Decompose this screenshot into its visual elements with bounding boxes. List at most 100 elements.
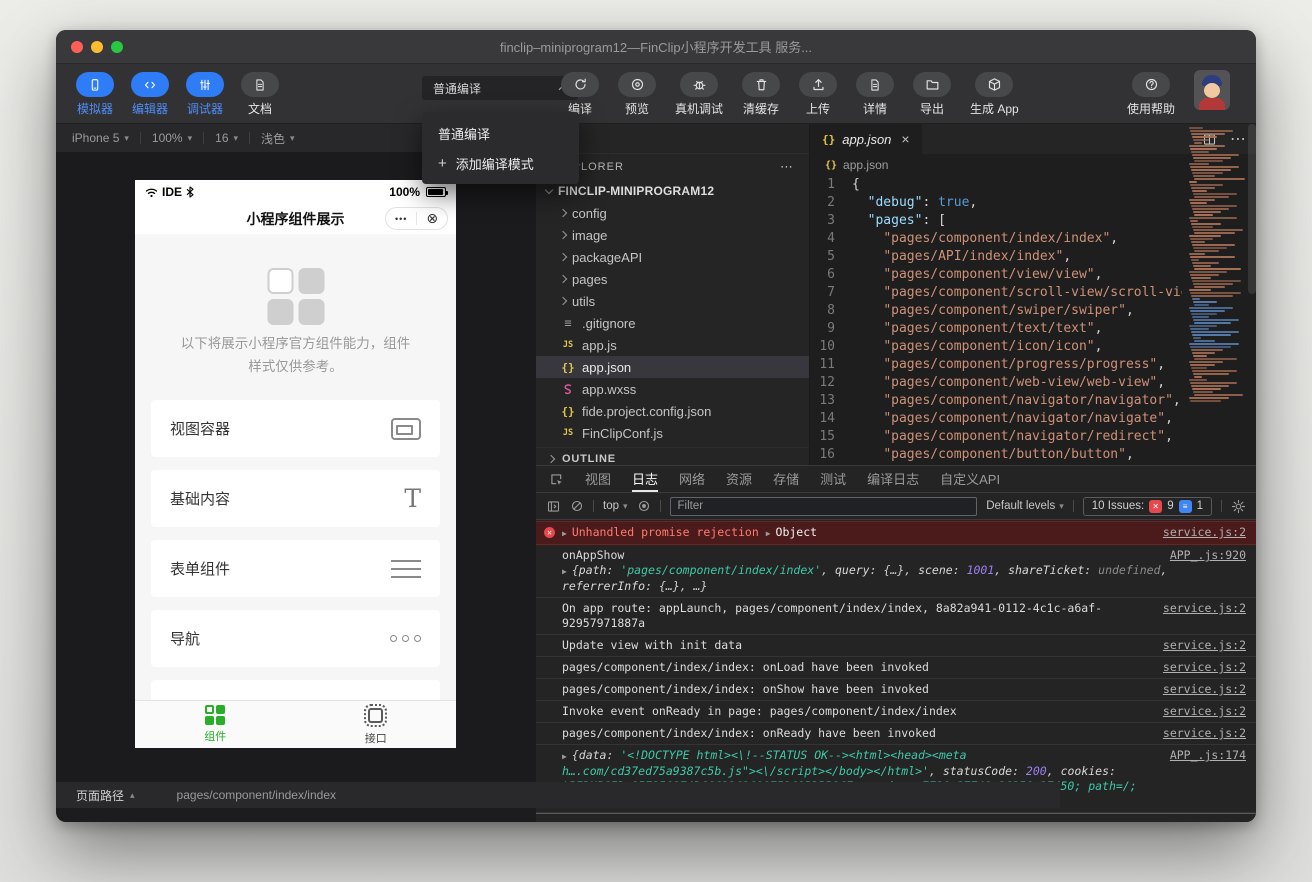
explorer-more-icon[interactable]: ⋯: [780, 159, 793, 175]
expand-caret-icon[interactable]: ▶: [766, 526, 771, 541]
toolbar-button-真机调试[interactable]: 真机调试: [675, 72, 723, 117]
button-label: 详情: [863, 102, 888, 116]
clear-console-icon[interactable]: [570, 499, 584, 513]
compile-mode-select[interactable]: 普通编译: [422, 76, 578, 100]
console-settings-gear-icon[interactable]: [1231, 499, 1246, 514]
toolbar-button-模拟器[interactable]: 模拟器: [76, 72, 114, 117]
component-card-视图容器[interactable]: 视图容器: [151, 400, 440, 457]
inspect-element-icon[interactable]: [549, 472, 564, 487]
toolbar-button-预览[interactable]: 预览: [618, 72, 656, 117]
tree-item-image[interactable]: image: [536, 224, 809, 246]
tree-item-config[interactable]: config: [536, 202, 809, 224]
toolbar-button-详情[interactable]: 详情: [856, 72, 895, 117]
more-menu-icon[interactable]: •••: [395, 214, 407, 224]
expand-caret-icon[interactable]: ▶: [562, 749, 567, 764]
debug-tab-自定义API[interactable]: 自定义API: [940, 466, 1000, 492]
toolbar-button-清缓存[interactable]: 清缓存: [742, 72, 781, 117]
trash-icon: [754, 77, 769, 92]
tree-item-packageAPI[interactable]: packageAPI: [536, 246, 809, 268]
console-log: ✕ service.js:2 ▶ Unhandled promise rejectio…: [536, 521, 1256, 822]
editor-scrollbar[interactable]: [1248, 124, 1256, 294]
issues-counter[interactable]: 10 Issues: ✕ 9 ≡ 1: [1082, 496, 1212, 516]
console-source-link[interactable]: service.js:2: [1163, 704, 1246, 719]
sim-select-iPhone 5[interactable]: iPhone 5 ▾: [72, 131, 129, 145]
dropdown-item-add-compile-mode[interactable]: + 添加编译模式: [422, 148, 579, 178]
lines-icon: [391, 559, 421, 578]
toolbar-button-使用帮助[interactable]: 使用帮助: [1127, 72, 1175, 117]
minimap[interactable]: [1187, 126, 1247, 465]
minimize-window-button[interactable]: [91, 40, 103, 53]
console-source-link[interactable]: service.js:2: [1163, 601, 1246, 616]
console-filter-input[interactable]: [669, 496, 978, 516]
toolbar-button-导出[interactable]: 导出: [913, 72, 952, 117]
tree-item-fide.project.config.json[interactable]: {} fide.project.config.json: [536, 400, 809, 422]
debug-tab-编译日志[interactable]: 编译日志: [867, 466, 919, 492]
code-icon: [143, 78, 157, 92]
page-path-value: pages/component/index/index: [176, 788, 336, 802]
tree-item-.gitignore[interactable]: ≡ .gitignore: [536, 312, 809, 334]
tree-item-app.js[interactable]: JS app.js: [536, 334, 809, 356]
outline-section[interactable]: OUTLINE: [536, 447, 809, 465]
debug-tab-视图[interactable]: 视图: [585, 466, 611, 492]
console-row: ✕ service.js:2 ▶ Unhandled promise rejectio…: [536, 521, 1256, 545]
toolbar-button-生成 App[interactable]: 生成 App: [970, 72, 1019, 117]
log-levels-select[interactable]: Default levels ▾: [986, 500, 1064, 512]
console-source-link[interactable]: service.js:2: [1163, 525, 1246, 540]
component-card-导航[interactable]: 导航: [151, 610, 440, 667]
battery-icon: [426, 187, 448, 197]
toolbar-button-调试器[interactable]: 调试器: [186, 72, 224, 117]
console-source-link[interactable]: APP_.js:174: [1170, 748, 1246, 763]
outline-label: OUTLINE: [562, 453, 616, 465]
expand-caret-icon[interactable]: ▶: [562, 564, 567, 579]
eye-icon[interactable]: [637, 499, 651, 513]
phone-tab-接口[interactable]: 接口: [296, 701, 457, 748]
console-source-link[interactable]: service.js:2: [1163, 682, 1246, 697]
sim-select-浅色[interactable]: 浅色 ▾: [261, 130, 295, 147]
dots-icon: [390, 635, 421, 642]
line-number: 2: [827, 195, 835, 210]
toolbar-divider: [139, 132, 141, 144]
debug-tab-资源[interactable]: 资源: [726, 466, 752, 492]
debug-tab-存储[interactable]: 存储: [773, 466, 799, 492]
debug-tab-测试[interactable]: 测试: [820, 466, 846, 492]
zoom-window-button[interactable]: [111, 40, 123, 53]
tree-item-app.json[interactable]: {} app.json: [536, 356, 809, 378]
toolbar-button-编辑器[interactable]: 编辑器: [131, 72, 169, 117]
tree-root-label: FINCLIP-MINIPROGRAM12: [558, 184, 715, 198]
component-card-基础内容[interactable]: 基础内容 T: [151, 470, 440, 527]
button-pill: [742, 72, 781, 97]
phone-tab-组件[interactable]: 组件: [135, 701, 296, 748]
dropdown-item-normal-compile[interactable]: 普通编译: [422, 118, 579, 148]
page-path-toggle[interactable]: 页面路径 ▴: [56, 787, 155, 804]
tree-item-utils[interactable]: utils: [536, 290, 809, 312]
info-count: 1: [1196, 500, 1203, 512]
console-sidebar-icon[interactable]: [546, 499, 561, 514]
button-label: 预览: [624, 102, 649, 116]
component-card-表单组件[interactable]: 表单组件: [151, 540, 440, 597]
close-miniapp-icon[interactable]: ⊗: [426, 210, 438, 227]
user-avatar[interactable]: [1194, 70, 1230, 110]
context-selector[interactable]: top ▾: [603, 500, 628, 512]
expand-caret-icon[interactable]: ▶: [562, 526, 567, 541]
code-area[interactable]: 1{2 "debug": true, 3 "pages": [4 "pages/c…: [810, 176, 1182, 465]
sim-select-100%[interactable]: 100% ▾: [152, 131, 192, 145]
tree-item-pages[interactable]: pages: [536, 268, 809, 290]
toolbar-button-上传[interactable]: 上传: [799, 72, 838, 117]
tree-item-FinClipConf.js[interactable]: JS FinClipConf.js: [536, 422, 809, 444]
tree-item-label: utils: [572, 293, 596, 309]
toolbar-button-编译[interactable]: 编译: [561, 72, 599, 117]
tree-item-app.wxss[interactable]: app.wxss: [536, 378, 809, 400]
console-source-link[interactable]: service.js:2: [1163, 660, 1246, 675]
console-source-link[interactable]: service.js:2: [1163, 638, 1246, 653]
toolbar-button-文档[interactable]: 文档: [241, 72, 279, 117]
tab-app-json[interactable]: {} app.json ×: [810, 124, 922, 154]
close-tab-icon[interactable]: ×: [901, 131, 909, 147]
sim-select-16[interactable]: 16 ▾: [215, 131, 238, 145]
debug-tab-日志[interactable]: 日志: [632, 466, 659, 492]
debug-tab-网络[interactable]: 网络: [679, 466, 705, 492]
console-prompt[interactable]: >: [536, 813, 1256, 822]
console-source-link[interactable]: service.js:2: [1163, 726, 1246, 741]
close-window-button[interactable]: [71, 40, 83, 53]
console-source-link[interactable]: APP_.js:920: [1170, 548, 1246, 563]
bluetooth-icon: [186, 186, 194, 198]
